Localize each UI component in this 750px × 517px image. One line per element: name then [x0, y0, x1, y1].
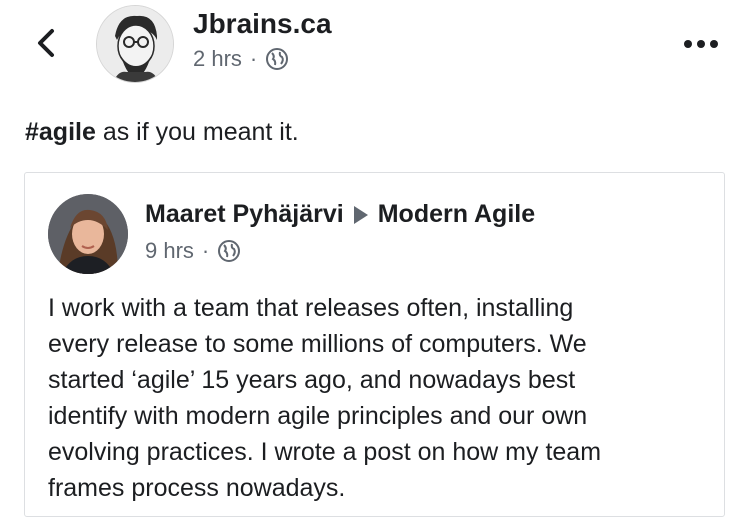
meta-separator: · — [201, 238, 210, 263]
globe-icon — [218, 240, 241, 262]
post-time[interactable]: 2 hrs — [193, 46, 242, 72]
page-name[interactable]: Jbrains.ca — [193, 8, 332, 40]
shared-post-meta: 9 hrs · — [145, 238, 241, 264]
more-options-button[interactable] — [684, 34, 722, 54]
meta-separator: · — [249, 46, 258, 71]
chevron-left-icon — [38, 29, 54, 57]
shared-author-name[interactable]: Maaret Pyhäjärvi — [145, 200, 344, 229]
globe-icon — [266, 48, 289, 70]
shared-author-avatar[interactable] — [48, 194, 128, 274]
shared-author-row: Maaret Pyhäjärvi Modern Agile — [145, 200, 535, 229]
page-avatar[interactable] — [96, 5, 174, 83]
hashtag-link[interactable]: #agile — [25, 118, 96, 146]
shared-group-name[interactable]: Modern Agile — [378, 200, 535, 229]
post-text-rest: as if you meant it. — [95, 118, 299, 146]
more-horizontal-icon — [684, 40, 692, 48]
shared-post-body: I work with a team that releases often, … — [48, 294, 602, 502]
post-meta: 2 hrs · — [193, 46, 289, 72]
back-button[interactable] — [30, 26, 64, 60]
shared-post-time[interactable]: 9 hrs — [145, 238, 194, 264]
post-text: #agile as if you meant it. — [25, 118, 299, 147]
triangle-right-icon — [353, 205, 368, 224]
